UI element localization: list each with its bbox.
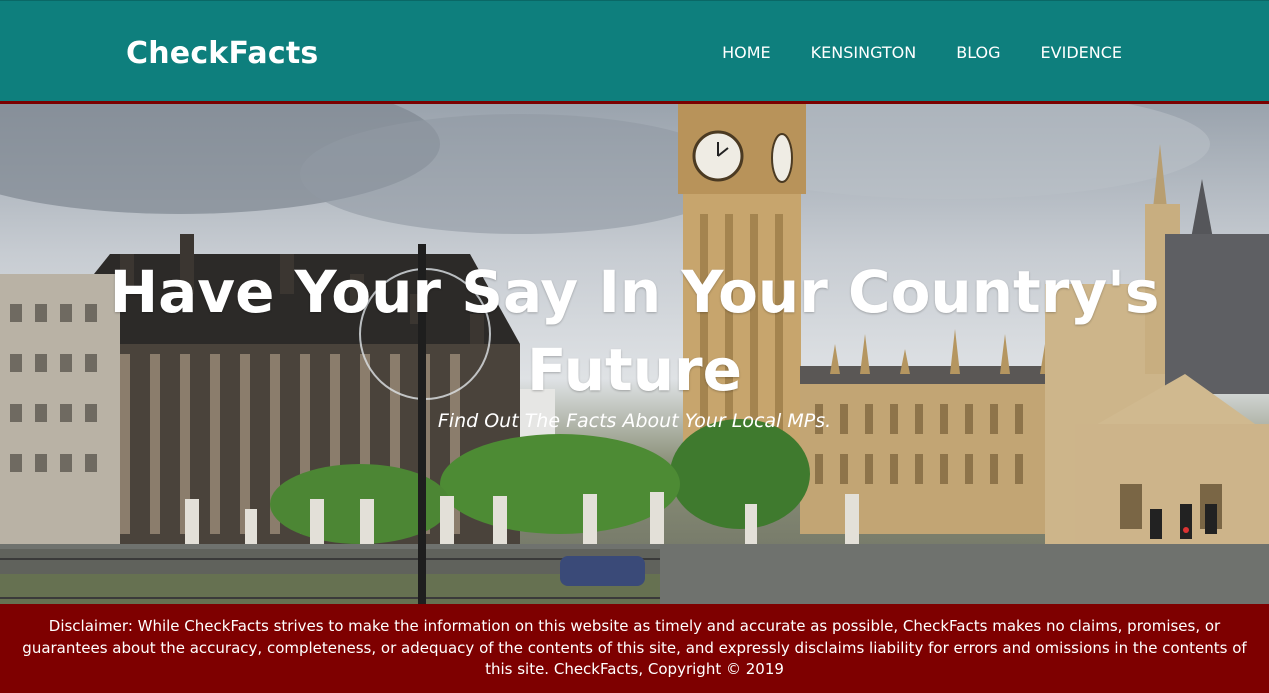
brand-logo[interactable]: CheckFacts: [126, 35, 318, 73]
main-nav: HOME KENSINGTON BLOG EVIDENCE: [682, 43, 1122, 63]
hero-subtitle: Find Out The Facts About Your Local MPs.: [437, 410, 832, 432]
nav-evidence-link[interactable]: EVIDENCE: [1041, 43, 1122, 63]
hero-banner: Have Your Say In Your Country's Future F…: [0, 104, 1269, 604]
nav-blog-link[interactable]: BLOG: [956, 43, 1000, 63]
nav-home-link[interactable]: HOME: [722, 43, 771, 63]
navbar: CheckFacts HOME KENSINGTON BLOG EVIDENCE: [0, 0, 1269, 101]
disclaimer-footer: Disclaimer: While CheckFacts strives to …: [0, 604, 1269, 693]
nav-kensington-link[interactable]: KENSINGTON: [811, 43, 917, 63]
hero-title: Have Your Say In Your Country's Future: [109, 257, 1160, 404]
disclaimer-text: Disclaimer: While CheckFacts strives to …: [22, 617, 1247, 678]
